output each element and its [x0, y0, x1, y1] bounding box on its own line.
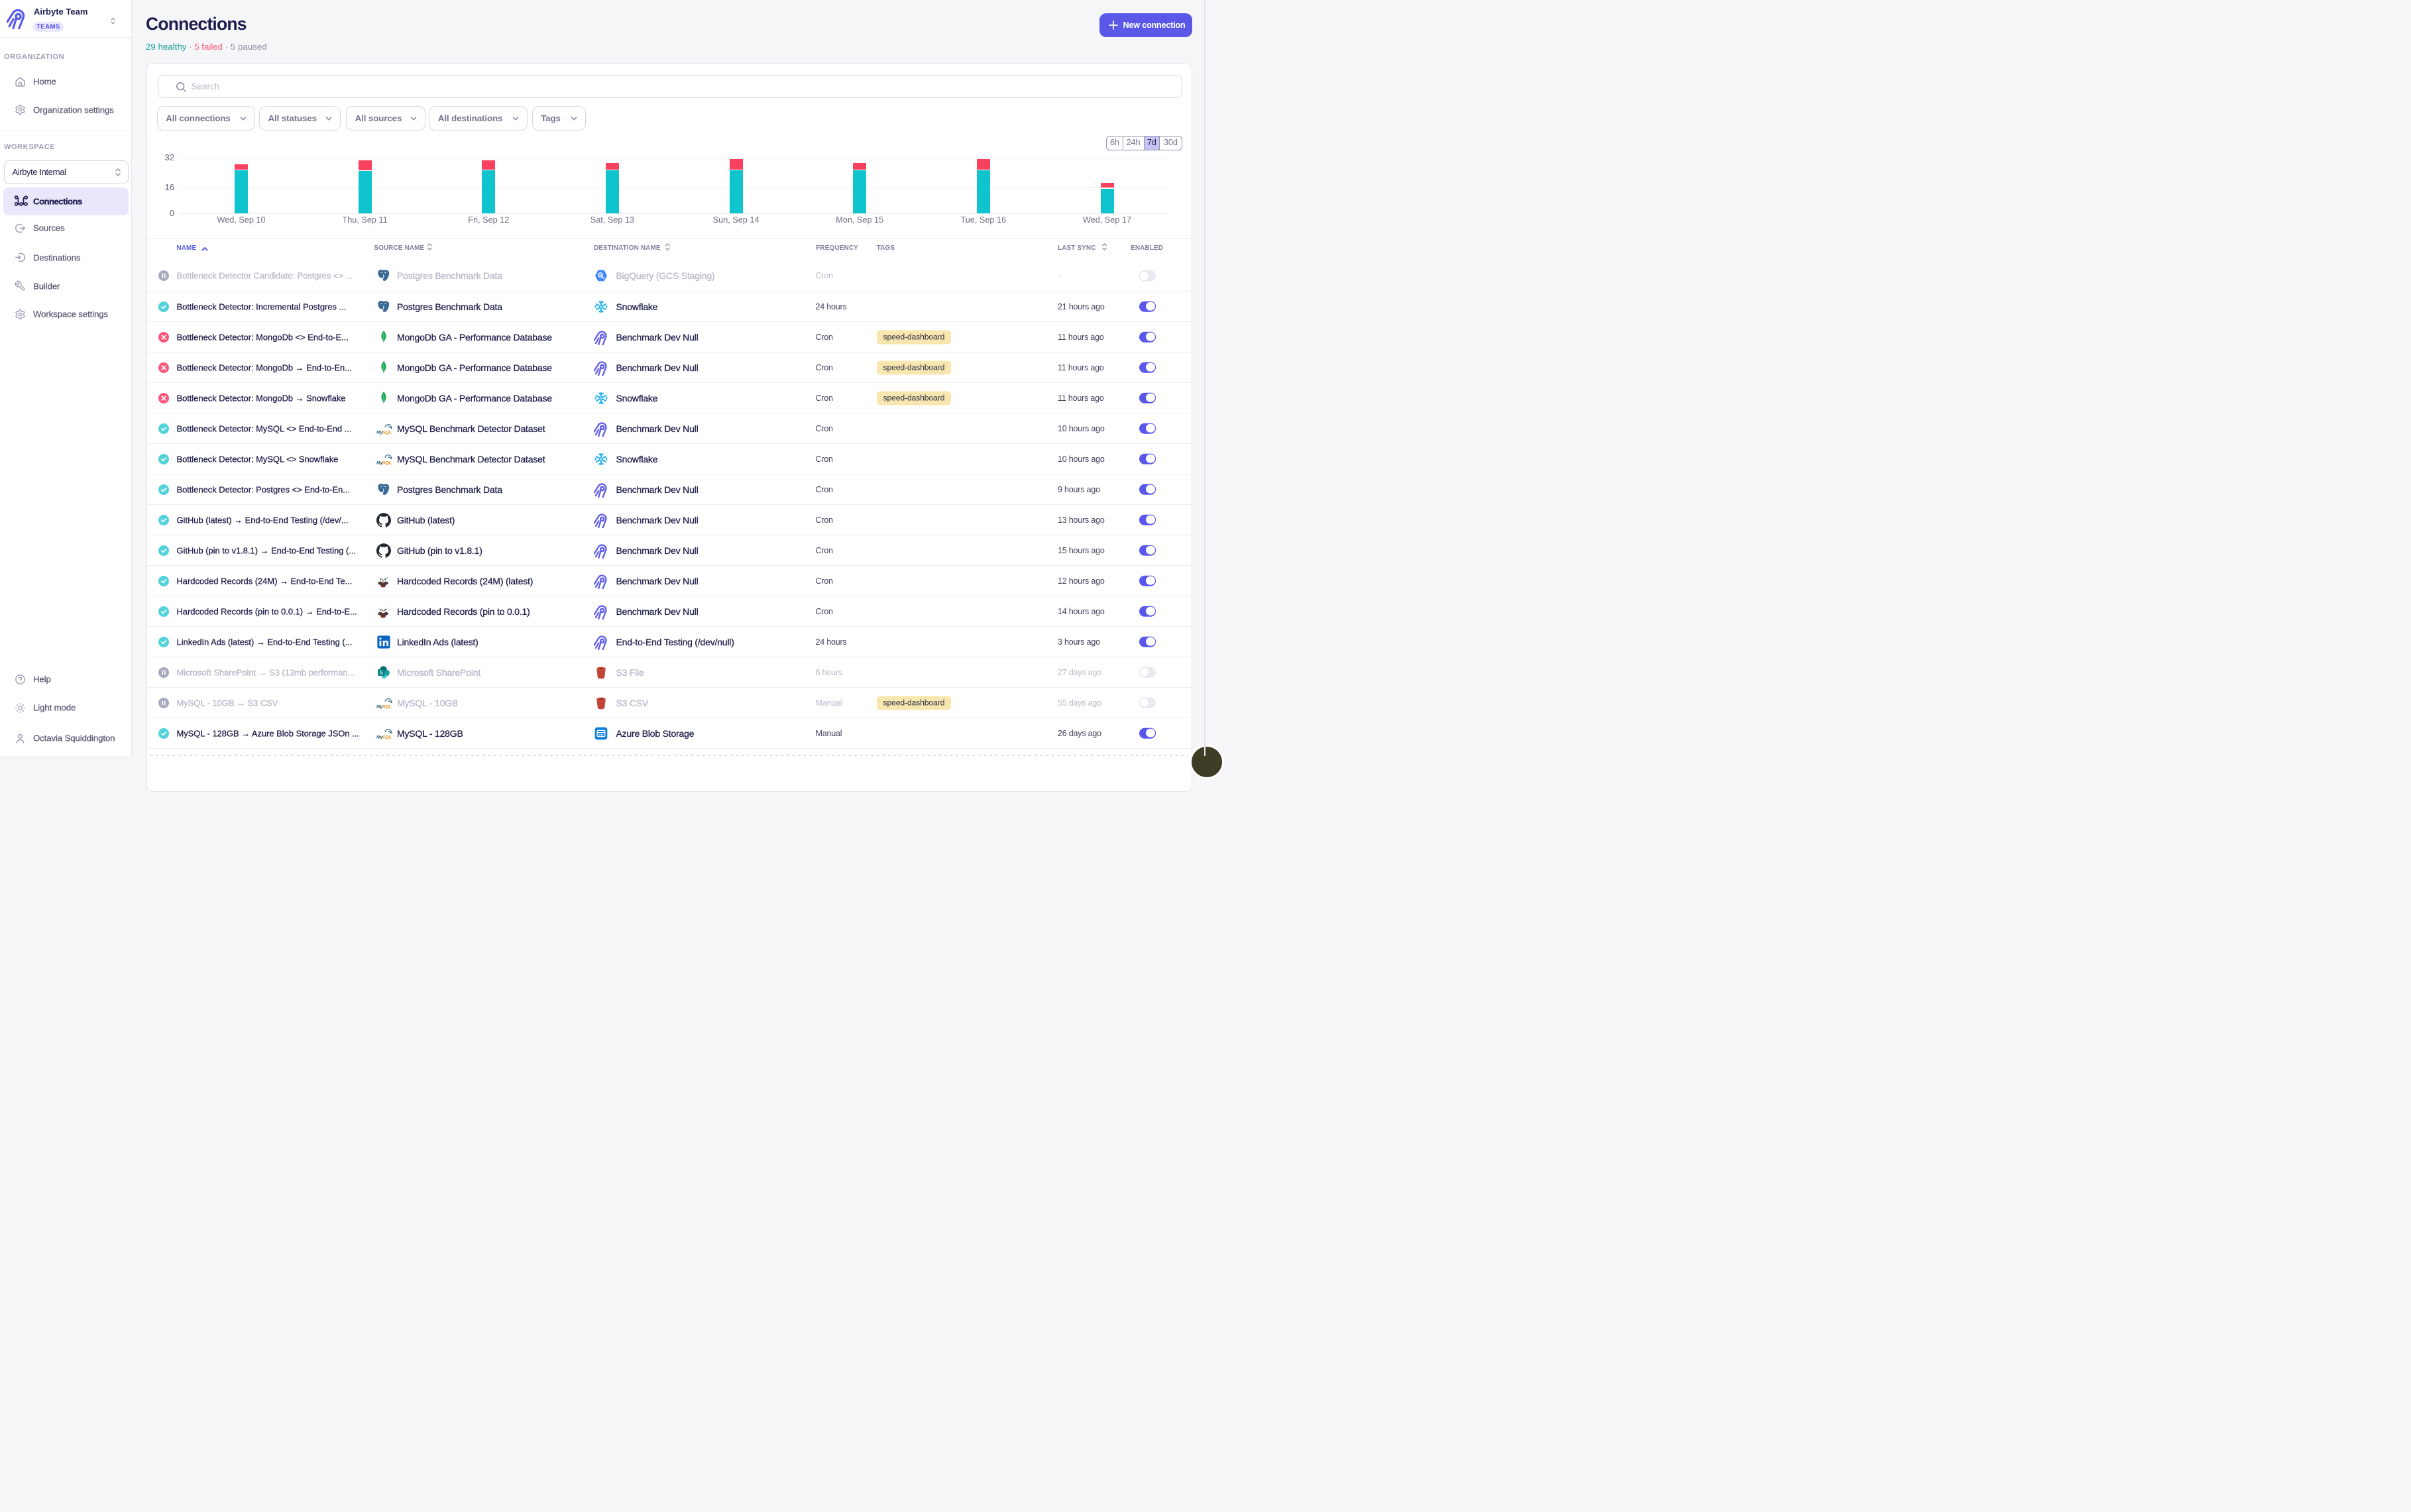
svg-text:..: .. — [390, 461, 392, 465]
svg-text:..: .. — [390, 705, 392, 709]
svg-text:..: .. — [390, 735, 392, 739]
svg-text:..: .. — [390, 431, 392, 435]
svg-text:S: S — [380, 669, 383, 675]
svg-text:101: 101 — [598, 733, 604, 737]
